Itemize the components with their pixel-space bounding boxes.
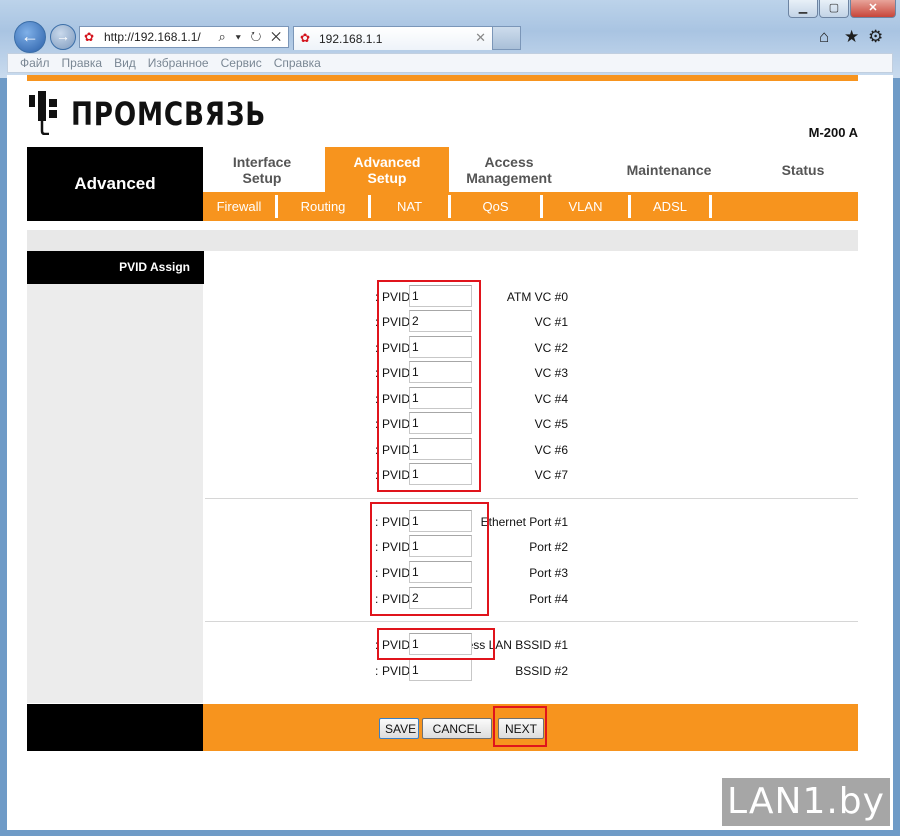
ethernet-row: Port #2 : PVID	[203, 535, 858, 559]
atm-row: VC #4 : PVID	[203, 387, 858, 411]
row-label: VC #5	[534, 417, 568, 431]
minimize-button[interactable]: ▁	[788, 0, 818, 18]
tab-close-icon[interactable]: ✕	[475, 30, 486, 46]
tab-label-line1: Access	[484, 153, 534, 170]
highlight-box-next	[493, 706, 547, 747]
address-text: http://192.168.1.1/	[104, 30, 201, 44]
maximize-button[interactable]: ▢	[819, 0, 849, 18]
row-label: VC #4	[534, 392, 568, 406]
tab-label-line1: Advanced	[353, 153, 421, 170]
tab-interface-setup[interactable]: Interface Setup	[203, 147, 321, 192]
favicon-icon: ✿	[84, 30, 95, 44]
tab-label-line1: Interface	[232, 153, 292, 170]
subtab-vlan[interactable]: VLAN	[543, 195, 631, 218]
logo-text: ПРОМСВЯЗЬ	[71, 95, 267, 133]
panel-title: PVID Assign	[27, 251, 204, 284]
atm-row: VC #7 : PVID	[203, 463, 858, 487]
row-label: Ethernet Port #1	[480, 515, 568, 529]
row-label: Port #2	[529, 540, 568, 554]
ethernet-row: Ethernet Port #1 : PVID	[203, 510, 858, 534]
menu-favorites[interactable]: Избранное	[148, 56, 209, 70]
row-label: ATM VC #0	[506, 290, 568, 304]
top-accent-bar	[27, 75, 858, 81]
atm-row: VC #2 : PVID	[203, 336, 858, 360]
close-window-button[interactable]: ✕	[850, 0, 896, 18]
sub-nav: Firewall Routing NAT QoS VLAN ADSL	[203, 192, 858, 221]
tab-label-line2: Management	[466, 169, 552, 186]
page-viewport: ПРОМСВЯЗЬ M-200 A Advanced Interface Setu…	[7, 75, 893, 830]
atm-row: VC #5 : PVID	[203, 412, 858, 436]
brand-logo: ПРОМСВЯЗЬ	[27, 87, 327, 139]
row-label: BSSID #2	[515, 664, 568, 678]
footer-left-block	[27, 704, 203, 751]
watermark: LAN1.by	[722, 778, 890, 826]
save-button[interactable]: SAVE	[379, 718, 419, 739]
wireless-row: BSSID #2 : PVID	[203, 659, 858, 683]
left-panel	[27, 251, 203, 703]
tab-favicon-icon: ✿	[300, 31, 311, 45]
subtab-qos[interactable]: QoS	[451, 195, 543, 218]
address-tools-icon[interactable]: ⌕ ▾ ↻ ✕	[219, 29, 284, 45]
subtab-routing[interactable]: Routing	[278, 195, 371, 218]
tab-label: Status	[781, 161, 825, 178]
ethernet-row: Port #4 : PVID	[203, 587, 858, 611]
menu-edit[interactable]: Правка	[62, 56, 103, 70]
address-bar[interactable]: ✿ http://192.168.1.1/ ⌕ ▾ ↻ ✕	[79, 26, 289, 48]
menu-help[interactable]: Справка	[274, 56, 321, 70]
tab-label-line2: Setup	[242, 169, 282, 186]
settings-icon[interactable]: ⚙	[868, 27, 883, 47]
browser-tab[interactable]: ✿ 192.168.1.1 ✕	[293, 26, 493, 50]
row-label: VC #6	[534, 443, 568, 457]
row-colon: :	[375, 664, 379, 678]
menu-tools[interactable]: Сервис	[221, 56, 262, 70]
menu-view[interactable]: Вид	[114, 56, 136, 70]
highlight-box-wireless	[377, 628, 495, 660]
tab-advanced-setup[interactable]: Advanced Setup	[325, 147, 449, 192]
tab-label: Maintenance	[626, 161, 712, 178]
gray-divider	[27, 230, 858, 251]
atm-row: VC #1 : PVID	[203, 310, 858, 334]
section-title: Advanced	[27, 147, 203, 221]
browser-chrome: ▁ ▢ ✕ ← → ✿ http://192.168.1.1/ ⌕ ▾ ↻ ✕ …	[0, 0, 900, 78]
home-icon[interactable]: ⌂	[819, 27, 829, 47]
atm-row: ATM VC #0 : PVID	[203, 285, 858, 309]
subtab-nat[interactable]: NAT	[371, 195, 451, 218]
model-name: M-200 A	[808, 125, 858, 140]
section-divider	[205, 498, 858, 499]
tab-maintenance[interactable]: Maintenance	[599, 147, 739, 192]
section-divider	[205, 621, 858, 622]
highlight-box-ethernet	[370, 502, 489, 616]
cancel-button[interactable]: CANCEL	[422, 718, 492, 739]
atm-row: VC #3 : PVID	[203, 361, 858, 385]
tab-title: 192.168.1.1	[319, 32, 383, 46]
back-button[interactable]: ←	[14, 21, 46, 53]
new-tab-button[interactable]	[493, 26, 521, 50]
logo-icon	[29, 91, 57, 135]
row-label: Port #3	[529, 566, 568, 580]
main-nav: Interface Setup Advanced Setup Access Manag…	[203, 147, 858, 192]
menu-bar: Файл Правка Вид Избранное Сервис Справка	[7, 53, 893, 73]
pvid-label: PVID	[382, 664, 411, 678]
tab-label-line2: Setup	[367, 169, 407, 186]
atm-row: VC #6 : PVID	[203, 438, 858, 462]
forward-button[interactable]: →	[50, 24, 76, 50]
tab-status[interactable]: Status	[751, 147, 855, 192]
menu-file[interactable]: Файл	[20, 56, 50, 70]
wireless-row: Wireless LAN BSSID #1 : PVID	[203, 633, 858, 657]
row-label: Port #4	[529, 592, 568, 606]
pvid-input[interactable]	[409, 659, 472, 681]
ethernet-row: Port #3 : PVID	[203, 561, 858, 585]
subtab-adsl[interactable]: ADSL	[631, 195, 712, 218]
row-label: VC #7	[534, 468, 568, 482]
row-label: VC #2	[534, 341, 568, 355]
row-label: VC #1	[534, 315, 568, 329]
subtab-firewall[interactable]: Firewall	[203, 195, 278, 218]
tab-access-management[interactable]: Access Management	[449, 147, 569, 192]
highlight-box-atm	[377, 280, 481, 492]
window-controls: ▁ ▢ ✕	[787, 0, 896, 18]
row-label: VC #3	[534, 366, 568, 380]
favorites-icon[interactable]: ★	[844, 27, 859, 47]
